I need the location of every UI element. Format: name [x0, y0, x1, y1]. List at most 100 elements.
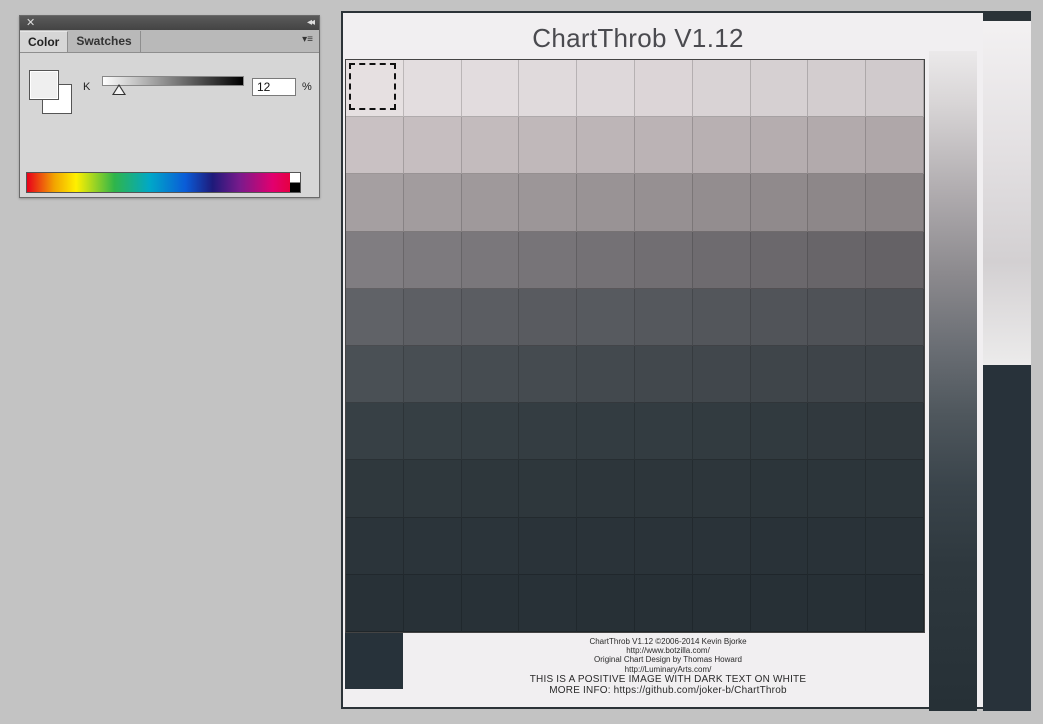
- grid-cell: [866, 460, 924, 518]
- grid-cell: [403, 174, 462, 232]
- close-icon[interactable]: ✕: [26, 16, 35, 30]
- grid-cell: [346, 174, 404, 232]
- grid-cell: [692, 60, 751, 118]
- grid-cell: [461, 346, 520, 404]
- grid-cell: [577, 517, 635, 575]
- grid-cell: [519, 517, 578, 575]
- grid-cell: [577, 346, 635, 404]
- footer-line-url2: http://LuminaryArts.com/: [624, 664, 712, 674]
- k-slider-thumb[interactable]: [111, 84, 126, 95]
- grid-cell: [577, 60, 635, 118]
- grid-cell: [866, 574, 924, 632]
- grid-cell: [519, 346, 578, 404]
- color-ramp[interactable]: [26, 172, 301, 193]
- grid-cell: [403, 60, 462, 118]
- grid-cell: [808, 517, 867, 575]
- grid-cell: [635, 174, 693, 232]
- grid-cell: [577, 403, 635, 461]
- grid-cell: [692, 574, 751, 632]
- grid-cell: [577, 288, 635, 346]
- marquee-selection[interactable]: [349, 63, 396, 110]
- grid-cell: [635, 574, 693, 632]
- chart-footer: ChartThrob V1.12 ©2006-2014 Kevin Bjorke…: [443, 637, 893, 697]
- grid-cell: [461, 517, 520, 575]
- grid-cell: [866, 346, 924, 404]
- edge-band-light: [983, 21, 1031, 365]
- collapse-icon[interactable]: ◂◂: [307, 16, 315, 30]
- color-panel: ✕ ◂◂ Color Swatches ▾≡ K %: [19, 15, 320, 198]
- grid-cell: [635, 403, 693, 461]
- grid-cell: [692, 174, 751, 232]
- grid-cell: [866, 174, 924, 232]
- grid-cell: [808, 346, 867, 404]
- grid-cell: [866, 403, 924, 461]
- grid-cell: [346, 117, 404, 175]
- grid-cell: [519, 403, 578, 461]
- grid-cell: [692, 403, 751, 461]
- grid-cell: [692, 288, 751, 346]
- grid-cell: [808, 60, 867, 118]
- grid-cell: [750, 288, 809, 346]
- grid-cell: [750, 574, 809, 632]
- grid-cell: [519, 231, 578, 289]
- grid-cell: [635, 231, 693, 289]
- grid-cell: [577, 231, 635, 289]
- black-patch: [345, 633, 403, 689]
- grid-cell: [808, 231, 867, 289]
- k-value-input[interactable]: [252, 78, 296, 96]
- grid-cell: [461, 231, 520, 289]
- grid-cell: [403, 574, 462, 632]
- grid-cell: [346, 460, 404, 518]
- grid-cell: [866, 60, 924, 118]
- grid-cell: [808, 288, 867, 346]
- grid-cell: [577, 574, 635, 632]
- grid-cell: [808, 574, 867, 632]
- grid-cell: [635, 517, 693, 575]
- chart-title: ChartThrob V1.12: [532, 23, 744, 53]
- grid-cell: [519, 117, 578, 175]
- grid-cell: [635, 460, 693, 518]
- panel-menu-icon[interactable]: ▾≡: [302, 34, 313, 45]
- grid-cell: [635, 60, 693, 118]
- grid-cell: [403, 117, 462, 175]
- tab-swatches[interactable]: Swatches: [68, 31, 141, 52]
- edge-band-dark: [983, 365, 1031, 711]
- grid-cell: [808, 460, 867, 518]
- grid-cell: [808, 403, 867, 461]
- grid-cell: [750, 346, 809, 404]
- grid-cell: [692, 231, 751, 289]
- black-white-ramp[interactable]: [290, 173, 300, 192]
- grid-cell: [635, 346, 693, 404]
- percent-label: %: [302, 81, 312, 93]
- grid-cell: [808, 117, 867, 175]
- grid-cell: [750, 517, 809, 575]
- grid-cell: [866, 117, 924, 175]
- foreground-color-swatch[interactable]: [29, 70, 59, 100]
- grid-cell: [519, 460, 578, 518]
- grid-cell: [808, 174, 867, 232]
- grid-cell: [346, 574, 404, 632]
- edge-band: [983, 13, 1031, 711]
- footer-line-copyright: ChartThrob V1.12 ©2006-2014 Kevin Bjorke: [589, 637, 747, 646]
- gray-step-strip: [929, 51, 977, 711]
- grid-cell: [461, 117, 520, 175]
- document-canvas[interactable]: ChartThrob V1.12 ChartThrob V1.12 ©2006-…: [341, 11, 1031, 711]
- grid-cell: [577, 174, 635, 232]
- grid-cell: [461, 174, 520, 232]
- tab-color[interactable]: Color: [20, 31, 69, 52]
- grid-cell: [692, 117, 751, 175]
- grid-cell: [519, 288, 578, 346]
- grid-cell: [750, 403, 809, 461]
- grid-cell: [519, 574, 578, 632]
- gray-step-grid: [345, 59, 925, 633]
- grid-cell: [866, 231, 924, 289]
- grid-cell: [519, 60, 578, 118]
- grid-cell: [346, 288, 404, 346]
- panel-titlebar: ✕ ◂◂: [20, 16, 319, 30]
- grid-cell: [346, 517, 404, 575]
- footer-line-moreinfo: MORE INFO: https://github.com/joker-b/Ch…: [549, 685, 787, 697]
- grid-cell: [346, 403, 404, 461]
- grid-cell: [403, 231, 462, 289]
- grid-cell: [635, 117, 693, 175]
- grid-cell: [346, 231, 404, 289]
